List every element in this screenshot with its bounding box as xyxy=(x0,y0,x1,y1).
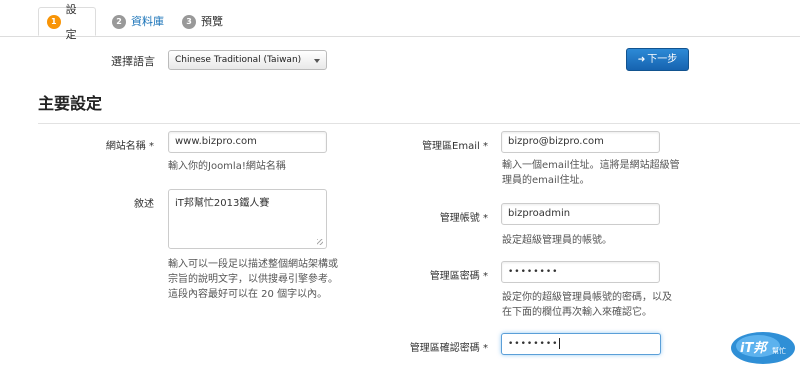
tab-label: 預覽 xyxy=(201,15,223,28)
admin-email-help: 輸入一個email住址。這將是網站超級管 理員的email住址。 xyxy=(502,158,702,188)
step-number-badge: 3 xyxy=(182,14,196,29)
admin-email-input[interactable]: bizpro@bizpro.com xyxy=(501,131,660,153)
wizard-tabs: 1 設定 2 資料庫 3 預覽 xyxy=(0,0,800,41)
language-label: 選擇語言 xyxy=(111,55,155,68)
next-button[interactable]: ➜ 下一步 xyxy=(626,48,689,71)
admin-password-help: 設定你的超級管理員帳號的密碼，以及 在下面的欄位再次輸入來確認它。 xyxy=(502,290,702,320)
admin-email-help-line: 輸入一個email住址。這將是網站超級管 xyxy=(502,160,680,171)
tab-preview[interactable]: 3 預覽 xyxy=(174,8,231,35)
description-help-line: 輸入可以一段足以描述整個網站架構或 xyxy=(168,259,338,270)
description-help-line: 宗旨的說明文字，以供搜尋引擎參考。 xyxy=(168,274,338,285)
next-button-label: 下一步 xyxy=(647,54,678,65)
description-label: 敘述 xyxy=(134,199,154,210)
admin-password-input[interactable]: •••••••• xyxy=(501,261,660,283)
description-help: 輸入可以一段足以描述整個網站架構或 宗旨的說明文字，以供搜尋引擎參考。 這段內容… xyxy=(168,257,368,302)
tab-label: 資料庫 xyxy=(131,15,164,28)
tab-settings[interactable]: 1 設定 xyxy=(38,3,96,41)
section-title: 主要設定 xyxy=(38,94,103,113)
tab-database[interactable]: 2 資料庫 xyxy=(104,8,172,35)
admin-password-confirm-label: 管理區確認密碼 * xyxy=(409,343,488,354)
admin-password-help-line: 在下面的欄位再次輸入來確認它。 xyxy=(502,307,652,318)
admin-password-help-line: 設定你的超級管理員帳號的密碼，以及 xyxy=(502,292,672,303)
admin-username-help: 設定超級管理員的帳號。 xyxy=(502,235,612,246)
description-textarea[interactable]: iT邦幫忙2013鐵人賽 xyxy=(168,189,327,249)
description-help-line: 這段內容最好可以在 20 個字以內。 xyxy=(168,289,328,300)
admin-username-input[interactable]: bizproadmin xyxy=(501,203,660,225)
admin-password-confirm-input[interactable]: •••••••• xyxy=(501,333,661,355)
admin-password-label: 管理區密碼 * xyxy=(429,271,488,282)
language-select-value: Chinese Traditional (Taiwan) xyxy=(175,55,302,65)
text-cursor xyxy=(559,338,561,349)
resize-grip-icon[interactable] xyxy=(317,239,323,245)
arrow-right-icon: ➜ xyxy=(637,55,646,65)
admin-email-label: 管理區Email * xyxy=(422,141,488,152)
step-number-badge: 2 xyxy=(112,14,126,29)
logo-text: iT邦 xyxy=(740,340,769,356)
divider xyxy=(38,123,800,124)
description-value: iT邦幫忙2013鐵人賽 xyxy=(175,198,270,209)
tab-label: 設定 xyxy=(65,2,77,41)
logo-subtext: 幫忙 xyxy=(772,346,786,355)
admin-password-confirm-value: •••••••• xyxy=(508,339,559,349)
ithome-logo: iT邦 幫忙 xyxy=(731,332,795,364)
site-name-label: 網站名稱 * xyxy=(105,141,154,152)
chevron-down-icon xyxy=(314,59,320,63)
admin-email-help-line: 理員的email住址。 xyxy=(502,175,590,186)
step-number-badge: 1 xyxy=(47,14,61,29)
site-name-input[interactable]: www.bizpro.com xyxy=(168,131,327,153)
admin-username-label: 管理帳號 * xyxy=(439,213,488,224)
language-select[interactable]: Chinese Traditional (Taiwan) xyxy=(168,50,327,70)
site-name-help: 輸入你的Joomla!網站名稱 xyxy=(168,161,286,172)
